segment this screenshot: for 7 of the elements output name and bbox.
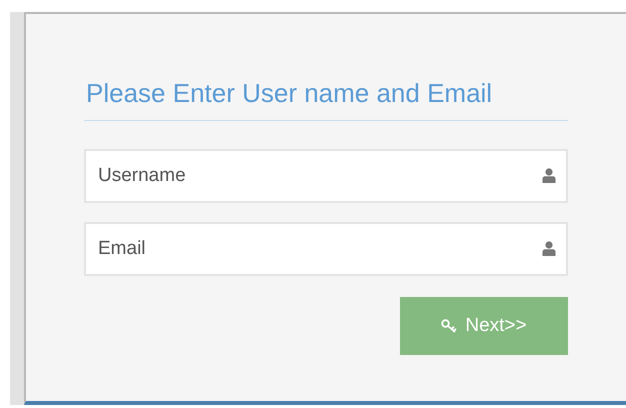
key-icon	[441, 319, 458, 333]
user-icon	[542, 168, 556, 183]
input-field[interactable]: Email	[84, 222, 568, 276]
user-icon	[542, 241, 556, 256]
input-field[interactable]: Username	[84, 149, 568, 203]
form-title: Please Enter User name and Email	[85, 77, 494, 110]
next-button[interactable]: Next>>	[400, 297, 568, 355]
